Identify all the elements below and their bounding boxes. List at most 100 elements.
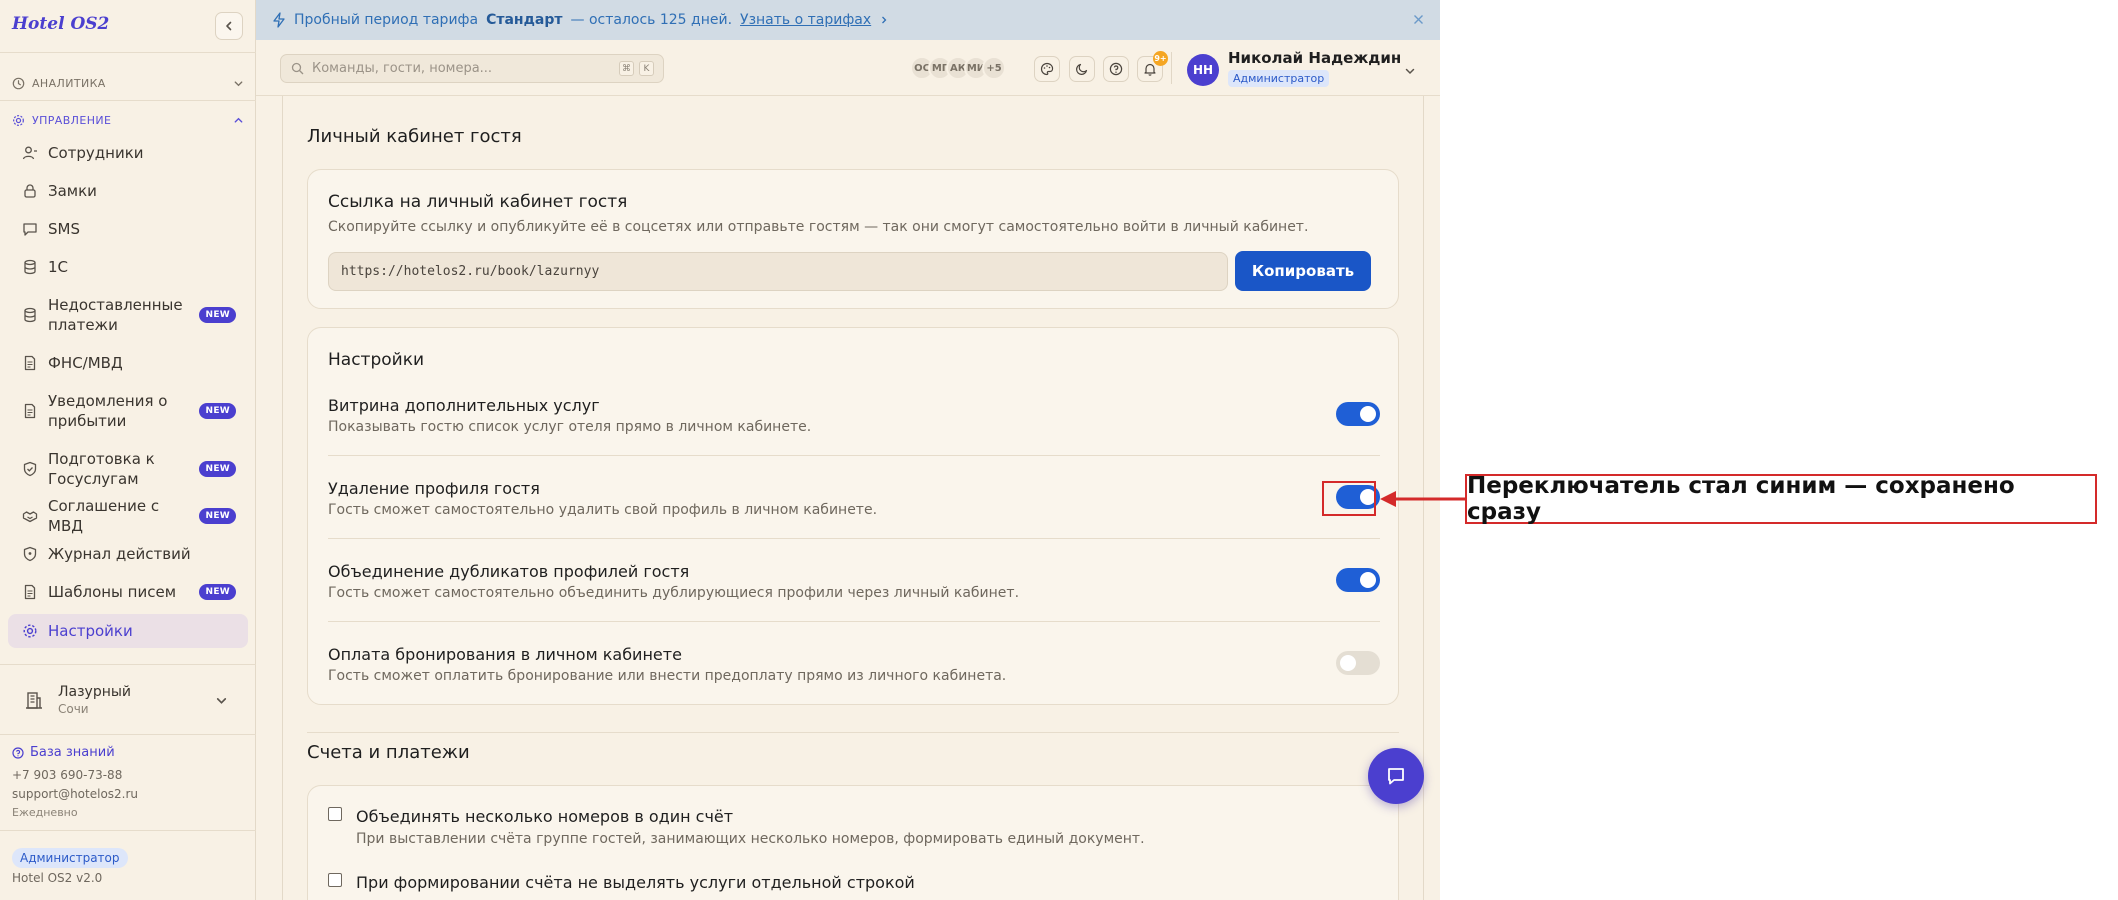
knowledge-base-label: База знаний <box>30 745 115 760</box>
setting-title: Оплата бронирования в личном кабинете <box>328 645 682 664</box>
no-separate-services-checkbox[interactable] <box>328 873 342 887</box>
banner-plan: Стандарт <box>486 12 563 28</box>
annotation-callout: Переключатель стал синим — сохранено сра… <box>1465 473 2097 525</box>
sidebar-item-undelivered-payments[interactable]: Недоставленные платежи NEW <box>8 294 248 336</box>
moon-icon <box>1076 63 1088 75</box>
user-avatar[interactable]: НН <box>1187 54 1219 86</box>
setting-row-merge-duplicates: Объединение дубликатов профилей гостя Го… <box>328 539 1380 622</box>
new-badge: NEW <box>199 307 236 323</box>
sidebar-item-fns-mvd[interactable]: ФНС/МВД <box>8 350 248 376</box>
setting-title: Витрина дополнительных услуг <box>328 396 600 415</box>
close-banner-button[interactable] <box>1413 10 1424 29</box>
notification-count-badge: 9+ <box>1153 51 1168 66</box>
sidebar: Hotel OS2 АНАЛИТИКА УПРАВЛЕНИЕ Сотрудник… <box>0 0 256 900</box>
hotel-selector[interactable]: Лазурный Сочи <box>12 676 244 724</box>
sidebar-item-label: 1С <box>48 258 69 276</box>
banner-text-suffix: — осталось 125 дней. <box>570 12 733 28</box>
setting-description: Гость сможет самостоятельно удалить свой… <box>328 502 878 518</box>
palette-icon <box>1040 62 1054 76</box>
guest-link-card: Ссылка на личный кабинет гостя Скопируйт… <box>307 169 1399 309</box>
hotel-name: Лазурный <box>58 684 132 700</box>
pricing-link[interactable]: Узнать о тарифах <box>740 12 871 28</box>
collapse-sidebar-button[interactable] <box>215 12 243 40</box>
annotation-arrow-icon <box>1380 491 1466 507</box>
user-role-badge: Администратор <box>1228 70 1330 87</box>
more-users-count[interactable]: +5 <box>982 56 1006 80</box>
setting-title: Объединение дубликатов профилей гостя <box>328 562 690 581</box>
sidebar-divider <box>0 100 256 101</box>
shield-check-icon <box>23 461 37 477</box>
settings-card-title: Настройки <box>328 350 425 370</box>
sidebar-item-sms[interactable]: SMS <box>8 216 248 242</box>
chat-support-button[interactable] <box>1368 748 1424 804</box>
section-analytics[interactable]: АНАЛИТИКА <box>12 73 244 93</box>
handshake-icon <box>22 511 38 523</box>
sidebar-item-label: Недоставленные платежи <box>48 296 183 334</box>
online-payment-toggle[interactable] <box>1336 651 1380 675</box>
sidebar-item-label: Шаблоны писем <box>48 583 177 601</box>
sidebar-item-mvd-agreement[interactable]: Соглашение с МВД NEW <box>8 497 248 535</box>
copy-link-button[interactable]: Копировать <box>1235 251 1371 291</box>
guest-settings-card: Настройки Витрина дополнительных услуг П… <box>307 327 1399 705</box>
header-divider <box>1171 52 1172 84</box>
close-icon <box>1414 15 1423 24</box>
sidebar-divider <box>0 830 256 831</box>
sidebar-item-label: SMS <box>48 220 80 238</box>
section-manage[interactable]: УПРАВЛЕНИЕ <box>12 110 244 130</box>
notifications-button[interactable]: 9+ <box>1137 51 1168 82</box>
clock-icon <box>12 77 25 89</box>
chevron-down-icon <box>1405 68 1415 75</box>
command-search[interactable]: ⌘ K <box>280 54 664 83</box>
sidebar-item-staff[interactable]: Сотрудники <box>8 140 248 166</box>
support-phone: +7 903 690-73-88 <box>12 768 123 782</box>
sidebar-item-email-templates[interactable]: Шаблоны писем NEW <box>8 579 248 605</box>
sidebar-item-arrival-notices[interactable]: Уведомления о прибытии NEW <box>8 390 248 432</box>
trial-banner: Пробный период тарифа Стандарт — осталос… <box>256 0 1440 40</box>
toggle-knob <box>1340 655 1356 671</box>
sidebar-item-label: Уведомления о прибытии <box>48 392 168 430</box>
merge-rooms-checkbox[interactable] <box>328 807 342 821</box>
chevron-down-icon <box>234 80 243 86</box>
hotel-city: Сочи <box>58 702 89 716</box>
shortcut-key: K <box>639 61 654 76</box>
online-users[interactable]: ОС МГ АК МИ +5 <box>910 56 1006 80</box>
setting-row-delete-profile: Удаление профиля гостя Гость сможет само… <box>328 456 1380 539</box>
annotation-highlight-box <box>1322 481 1376 516</box>
dark-mode-button[interactable] <box>1069 56 1095 82</box>
sidebar-item-label: Журнал действий <box>48 545 191 563</box>
billing-option-description: При выставлении счёта группе гостей, зан… <box>356 831 1145 847</box>
help-circle-icon <box>1109 62 1123 76</box>
document-icon <box>24 584 36 600</box>
new-badge: NEW <box>199 584 236 600</box>
services-showcase-toggle[interactable] <box>1336 402 1380 426</box>
sidebar-item-settings[interactable]: Настройки <box>8 614 248 648</box>
section-title-billing: Счета и платежи <box>307 742 470 763</box>
setting-description: Гость сможет самостоятельно объединить д… <box>328 585 1020 601</box>
user-icon <box>22 146 37 160</box>
sidebar-item-gosuslugi-prep[interactable]: Подготовка к Госуслугам NEW <box>8 448 248 490</box>
search-input[interactable] <box>312 61 602 76</box>
sidebar-item-action-log[interactable]: Журнал действий <box>8 541 248 567</box>
new-badge: NEW <box>199 461 236 477</box>
app-window: Hotel OS2 АНАЛИТИКА УПРАВЛЕНИЕ Сотрудник… <box>0 0 1440 900</box>
user-name[interactable]: Николай Надеждин <box>1228 49 1401 67</box>
sidebar-item-1c[interactable]: 1С <box>8 254 248 280</box>
banner-text-prefix: Пробный период тарифа <box>294 12 479 28</box>
top-header: ⌘ K ОС МГ АК МИ +5 9+ НН Николай Надежди… <box>256 40 1440 96</box>
billing-option-title: Объединять несколько номеров в один счёт <box>356 807 734 826</box>
sidebar-item-label: Соглашение с МВД <box>48 497 160 535</box>
chat-icon <box>1388 768 1404 785</box>
help-button[interactable] <box>1103 56 1129 82</box>
knowledge-base-link[interactable]: База знаний <box>12 745 115 760</box>
chevron-up-icon <box>234 117 243 123</box>
support-schedule: Ежедневно <box>12 806 78 819</box>
sidebar-item-locks[interactable]: Замки <box>8 178 248 204</box>
guest-link-url-field[interactable]: https://hotelos2.ru/book/lazurnyy <box>328 252 1228 291</box>
merge-duplicates-toggle[interactable] <box>1336 568 1380 592</box>
user-menu-toggle[interactable] <box>1404 62 1416 81</box>
chevron-down-icon <box>216 697 227 704</box>
theme-palette-button[interactable] <box>1034 56 1060 82</box>
lock-icon <box>24 184 36 198</box>
toggle-knob <box>1360 572 1376 588</box>
sidebar-divider <box>0 734 256 735</box>
